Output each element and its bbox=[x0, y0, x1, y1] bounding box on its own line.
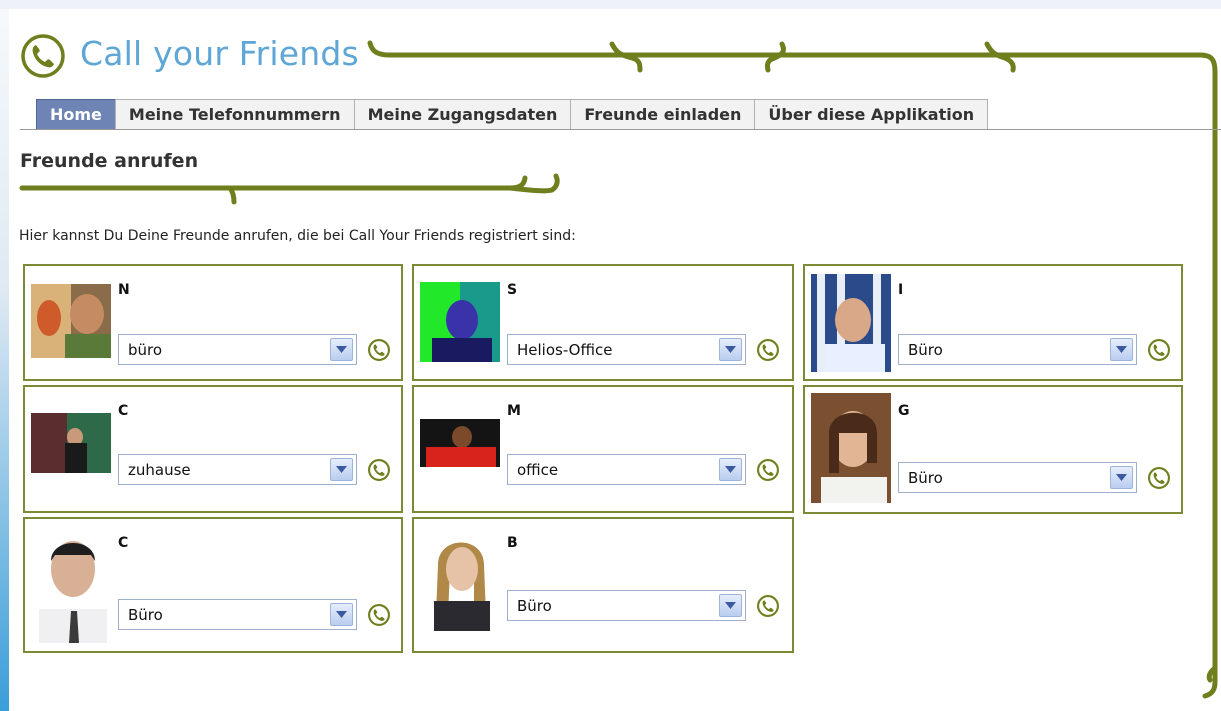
tab-divider bbox=[20, 129, 1221, 130]
phone-circle-icon bbox=[20, 33, 66, 79]
tab-meine-zugangsdaten[interactable]: Meine Zugangsdaten bbox=[353, 99, 572, 129]
friend-card: C zuhause bbox=[23, 385, 403, 513]
phone-number-value: Büro bbox=[908, 341, 943, 359]
tab-home[interactable]: Home bbox=[36, 99, 116, 129]
phone-number-select[interactable]: zuhause bbox=[118, 454, 357, 485]
friend-name: I bbox=[898, 282, 904, 298]
chevron-down-icon[interactable] bbox=[1110, 466, 1133, 489]
call-button[interactable] bbox=[1147, 338, 1171, 362]
friend-card: S Helios-Office bbox=[412, 264, 794, 381]
call-button[interactable] bbox=[756, 338, 780, 362]
avatar bbox=[811, 393, 891, 503]
top-strip bbox=[0, 0, 1221, 9]
phone-number-select[interactable]: Büro bbox=[507, 590, 746, 621]
call-button[interactable] bbox=[367, 458, 391, 482]
chevron-down-icon[interactable] bbox=[1110, 338, 1133, 361]
tab-bar: Home Meine Telefonnummern Meine Zugangsd… bbox=[36, 99, 989, 129]
avatar bbox=[31, 525, 111, 643]
friend-name: G bbox=[898, 403, 910, 419]
friend-card: N büro bbox=[23, 264, 403, 381]
phone-number-select[interactable]: office bbox=[507, 454, 746, 485]
friend-name: M bbox=[507, 403, 521, 419]
chevron-down-icon[interactable] bbox=[330, 603, 353, 626]
page-title: Freunde anrufen bbox=[20, 150, 199, 172]
friend-name: C bbox=[118, 403, 129, 419]
phone-number-select[interactable]: Helios-Office bbox=[507, 334, 746, 365]
call-button[interactable] bbox=[756, 594, 780, 618]
friend-card: C Büro bbox=[23, 517, 403, 653]
phone-number-value: büro bbox=[128, 341, 163, 359]
left-gradient-strip bbox=[0, 9, 9, 711]
chevron-down-icon[interactable] bbox=[330, 338, 353, 361]
intro-text: Hier kannst Du Deine Freunde anrufen, di… bbox=[19, 228, 576, 244]
friend-name: N bbox=[118, 282, 130, 298]
avatar bbox=[420, 282, 500, 362]
friend-card: B Büro bbox=[412, 517, 794, 653]
avatar bbox=[811, 274, 891, 372]
call-button[interactable] bbox=[1147, 466, 1171, 490]
chevron-down-icon[interactable] bbox=[719, 338, 742, 361]
phone-number-value: Helios-Office bbox=[517, 341, 613, 359]
avatar bbox=[31, 284, 111, 358]
friend-card: M office bbox=[412, 385, 794, 513]
phone-number-value: Büro bbox=[128, 606, 163, 624]
app-title: Call your Friends bbox=[80, 34, 359, 73]
friend-card: I Büro bbox=[803, 264, 1183, 381]
phone-number-value: office bbox=[517, 461, 559, 479]
chevron-down-icon[interactable] bbox=[330, 458, 353, 481]
friend-card: G Büro bbox=[803, 385, 1183, 514]
call-button[interactable] bbox=[367, 603, 391, 627]
phone-number-select[interactable]: büro bbox=[118, 334, 357, 365]
avatar bbox=[420, 419, 500, 467]
friend-name: C bbox=[118, 535, 129, 551]
phone-number-value: Büro bbox=[908, 469, 943, 487]
friend-name: B bbox=[507, 535, 518, 551]
tab-ueber-diese-applikation[interactable]: Über diese Applikation bbox=[754, 99, 989, 129]
avatar bbox=[420, 525, 500, 631]
phone-number-select[interactable]: Büro bbox=[898, 462, 1137, 493]
phone-number-select[interactable]: Büro bbox=[118, 599, 357, 630]
call-button[interactable] bbox=[756, 458, 780, 482]
tab-meine-telefonnummern[interactable]: Meine Telefonnummern bbox=[114, 99, 355, 129]
phone-number-select[interactable]: Büro bbox=[898, 334, 1137, 365]
chevron-down-icon[interactable] bbox=[719, 458, 742, 481]
phone-number-value: Büro bbox=[517, 597, 552, 615]
call-button[interactable] bbox=[367, 338, 391, 362]
avatar bbox=[31, 413, 111, 473]
tab-freunde-einladen[interactable]: Freunde einladen bbox=[570, 99, 756, 129]
friend-name: S bbox=[507, 282, 518, 298]
chevron-down-icon[interactable] bbox=[719, 594, 742, 617]
phone-number-value: zuhause bbox=[128, 461, 191, 479]
